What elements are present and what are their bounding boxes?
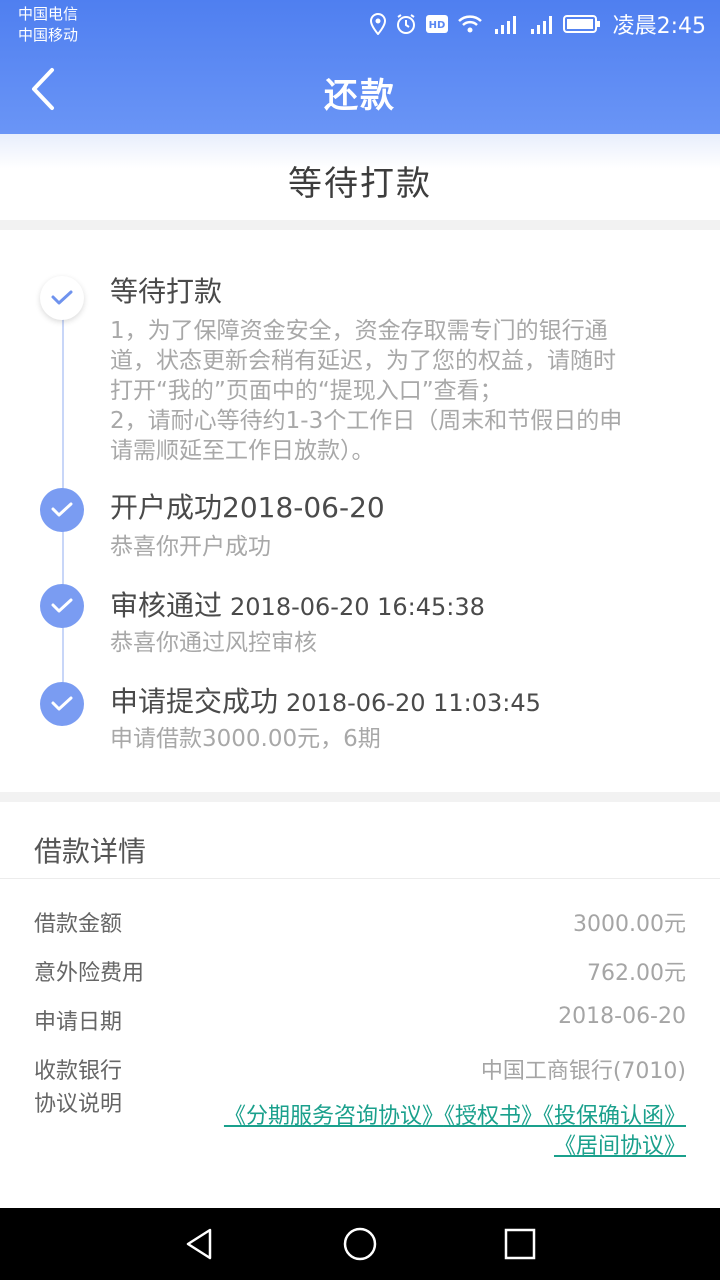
detail-value: 762.00元 xyxy=(587,961,686,986)
desc-line: 请需顺延至工作日放款）。 xyxy=(110,438,375,464)
detail-label: 协议说明 xyxy=(34,1092,123,1117)
desc-line: 打开“我的”页面中的“提现入口”查看； xyxy=(110,378,503,404)
timeline-step-title: 等待打款 xyxy=(110,275,223,308)
detail-label: 借款金额 xyxy=(34,912,123,937)
page-title: 还款 xyxy=(324,76,396,116)
app-header: 中国电信 中国移动 HD 凌晨2:45 还款 xyxy=(0,0,720,134)
desc-line: 1，为了保障资金安全，资金存取需专门的银行通 xyxy=(110,318,608,344)
timeline-step-desc: 申请借款3000.00元，6期 xyxy=(110,726,381,752)
timeline-step-desc: 恭喜你开户成功 xyxy=(110,534,271,560)
status-header: 等待打款 xyxy=(0,134,720,220)
agreement-links: 《分期服务咨询协议》《授权书》《投保确认函》《居间协议》 xyxy=(206,1102,686,1162)
hd-icon: HD xyxy=(425,15,448,33)
detail-value: 2018-06-20 xyxy=(558,1004,686,1029)
step-time: 2018-06-20 11:03:45 xyxy=(286,689,541,717)
location-icon xyxy=(369,13,386,35)
agreement-link[interactable]: 《居间协议》 xyxy=(554,1134,686,1159)
back-triangle-icon[interactable] xyxy=(182,1226,218,1262)
timeline-step-desc: 1，为了保障资金安全，资金存取需专门的银行通 道，状态更新会稍有延迟，为了您的权… xyxy=(110,316,690,466)
check-icon xyxy=(51,502,73,517)
detail-label: 申请日期 xyxy=(34,1010,123,1035)
timeline-dot-done xyxy=(40,584,84,628)
step-name: 审核通过 xyxy=(110,589,223,622)
status-title: 等待打款 xyxy=(288,164,432,204)
battery-icon xyxy=(562,15,600,33)
timeline-dot-done xyxy=(40,488,84,532)
timeline-step-title: 申请提交成功 2018-06-20 11:03:45 xyxy=(110,680,541,720)
signal-icon xyxy=(530,16,552,34)
system-nav-bar xyxy=(0,1208,720,1280)
check-icon xyxy=(51,598,73,613)
alarm-icon xyxy=(396,14,415,34)
home-circle-icon[interactable] xyxy=(342,1226,378,1262)
check-icon xyxy=(51,696,73,711)
carrier-name: 中国电信 xyxy=(18,5,79,23)
nav-bar: 还款 xyxy=(0,48,720,134)
svg-text:HD: HD xyxy=(428,20,445,31)
desc-line: 2，请耐心等待约1-3个工作日（周末和节假日的申 xyxy=(110,408,623,434)
timeline-step-title: 开户成功2018-06-20 xyxy=(110,491,385,524)
agreement-link[interactable]: 《授权书》 xyxy=(444,1104,543,1129)
detail-label: 意外险费用 xyxy=(34,961,145,986)
section-title: 借款详情 xyxy=(34,835,147,868)
carrier-name: 中国移动 xyxy=(18,26,79,44)
signal-icon xyxy=(494,16,516,34)
step-name: 申请提交成功 xyxy=(110,685,279,718)
progress-timeline: 等待打款 1，为了保障资金安全，资金存取需专门的银行通 道，状态更新会稍有延迟，… xyxy=(0,230,720,792)
agreement-link[interactable]: 《分期服务咨询协议》 xyxy=(224,1104,444,1129)
timeline-step-title: 审核通过 2018-06-20 16:45:38 xyxy=(110,584,485,624)
recents-square-icon[interactable] xyxy=(502,1226,538,1262)
clock: 凌晨2:45 xyxy=(612,14,706,39)
detail-value: 3000.00元 xyxy=(573,912,686,937)
detail-label: 收款银行 xyxy=(34,1059,123,1084)
timeline-dot-done xyxy=(40,682,84,726)
timeline-dot-pending xyxy=(40,276,84,320)
detail-value: 中国工商银行(7010) xyxy=(480,1059,686,1084)
desc-line: 道，状态更新会稍有延迟，为了您的权益，请随时 xyxy=(110,348,616,374)
status-icons: HD 凌晨2:45 xyxy=(369,8,706,40)
agreement-link[interactable]: 《投保确认函》 xyxy=(543,1104,686,1129)
timeline-step-desc: 恭喜你通过风控审核 xyxy=(110,630,317,656)
loan-details: 借款详情 借款金额 3000.00元 意外险费用 762.00元 申请日期 20… xyxy=(0,802,720,1208)
status-bar: 中国电信 中国移动 HD 凌晨2:45 xyxy=(0,0,720,48)
wifi-icon xyxy=(457,15,482,33)
divider xyxy=(0,878,720,879)
check-icon xyxy=(51,290,73,305)
step-time: 2018-06-20 16:45:38 xyxy=(230,593,485,621)
